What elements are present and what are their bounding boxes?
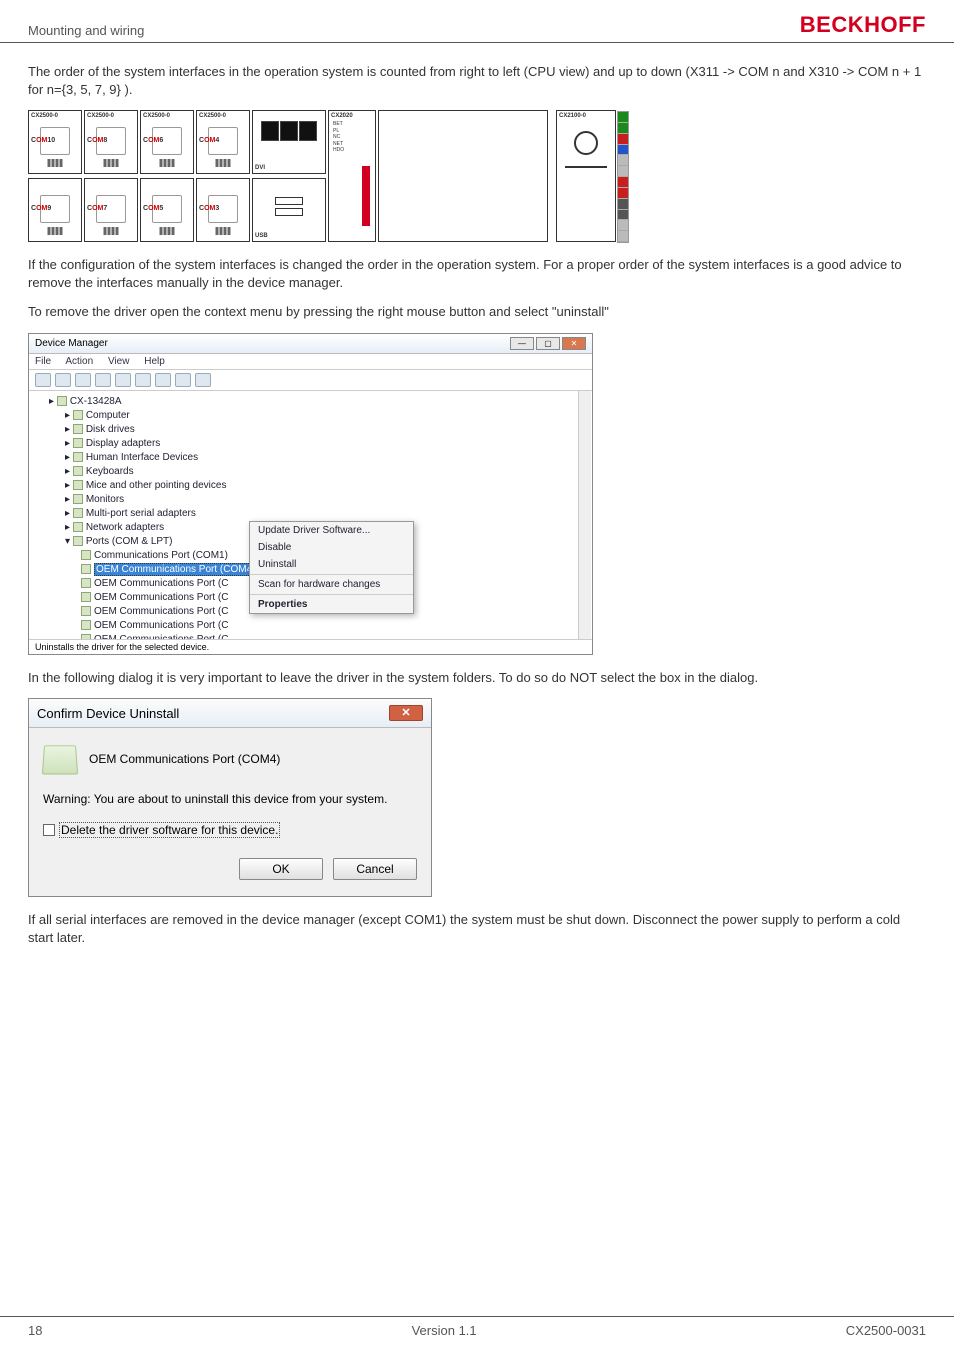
confirm-title-text: Confirm Device Uninstall <box>37 706 179 721</box>
com-label-n: 10 <box>47 137 55 144</box>
toolbar-icon[interactable] <box>35 373 51 387</box>
ctx-separator <box>250 594 413 595</box>
ports-figure: CX2500-0 COM10 COM9 CX2500-0 COM8 <box>28 110 926 242</box>
toolbar-icon[interactable] <box>195 373 211 387</box>
toolbar-icon[interactable] <box>175 373 191 387</box>
menu-view[interactable]: View <box>108 356 130 367</box>
tree-port[interactable]: OEM Communications Port (C <box>81 619 588 633</box>
paragraph-3: To remove the driver open the context me… <box>28 303 926 321</box>
tree-port[interactable]: OEM Communications Port (C <box>81 633 588 639</box>
ctx-item-scan[interactable]: Scan for hardware changes <box>250 576 413 593</box>
close-button[interactable]: ✕ <box>562 337 586 350</box>
tree-node[interactable]: ▸ Computer <box>65 409 588 423</box>
confirm-titlebar: Confirm Device Uninstall ✕ <box>29 699 431 728</box>
module-label: CX2500-0 <box>31 113 58 119</box>
ctx-item-disable[interactable]: Disable <box>250 539 413 556</box>
section-title: Mounting and wiring <box>28 23 144 38</box>
devmgr-title-text: Device Manager <box>35 338 108 349</box>
devmgr-statusbar: Uninstalls the driver for the selected d… <box>29 639 592 654</box>
toolbar-icon[interactable] <box>155 373 171 387</box>
device-icon <box>42 746 78 775</box>
paragraph-5: If all serial interfaces are removed in … <box>28 911 926 946</box>
doc-id: CX2500-0031 <box>846 1323 926 1338</box>
version-label: Version 1.1 <box>412 1323 477 1338</box>
tree-node[interactable]: ▸ Mice and other pointing devices <box>65 479 588 493</box>
delete-driver-label: Delete the driver software for this devi… <box>59 822 280 838</box>
maximize-button[interactable]: ▢ <box>536 337 560 350</box>
menu-help[interactable]: Help <box>144 356 165 367</box>
confirm-close-button[interactable]: ✕ <box>389 705 423 721</box>
tree-node[interactable]: ▸ Disk drives <box>65 423 588 437</box>
devmgr-toolbar <box>29 370 592 391</box>
toolbar-icon[interactable] <box>115 373 131 387</box>
bet-item: HDO <box>333 147 344 154</box>
devmgr-menubar[interactable]: File Action View Help <box>29 354 592 370</box>
tree-node[interactable]: ▸ Monitors <box>65 493 588 507</box>
ok-button[interactable]: OK <box>239 858 323 880</box>
tree-scrollbar[interactable] <box>578 391 591 639</box>
toolbar-icon[interactable] <box>135 373 151 387</box>
tree-node[interactable]: ▸ Human Interface Devices <box>65 451 588 465</box>
toolbar-icon[interactable] <box>55 373 71 387</box>
paragraph-1: The order of the system interfaces in th… <box>28 63 926 98</box>
page-number: 18 <box>28 1323 42 1338</box>
usb-label: USB <box>255 233 268 239</box>
bet-item: BET <box>333 121 344 128</box>
warning-text: Warning: You are about to uninstall this… <box>43 792 417 806</box>
minimize-button[interactable]: — <box>510 337 534 350</box>
menu-file[interactable]: File <box>35 356 51 367</box>
com-label-red: OM <box>36 137 47 144</box>
menu-action[interactable]: Action <box>65 356 93 367</box>
toolbar-icon[interactable] <box>75 373 91 387</box>
module-label: CX2500-0 <box>87 113 114 119</box>
module-label: CX2500-0 <box>143 113 170 119</box>
dvi-label: DVI <box>255 165 265 171</box>
tree-node[interactable]: ▸ Multi-port serial adapters <box>65 507 588 521</box>
device-name-text: OEM Communications Port (COM4) <box>89 752 280 766</box>
brand-logo: BECKHOFF <box>800 12 926 38</box>
ctx-item-properties[interactable]: Properties <box>250 596 413 613</box>
cpu-label: CX2020 <box>331 113 353 119</box>
toolbar-icon[interactable] <box>95 373 111 387</box>
confirm-dialog-figure: Confirm Device Uninstall ✕ OEM Communica… <box>28 698 926 897</box>
cx-label: CX2100-0 <box>559 113 586 119</box>
delete-driver-checkbox[interactable] <box>43 824 55 836</box>
context-menu[interactable]: Update Driver Software... Disable Uninst… <box>249 521 414 614</box>
ctx-item-uninstall[interactable]: Uninstall <box>250 556 413 573</box>
tree-node[interactable]: ▸ Display adapters <box>65 437 588 451</box>
cancel-button[interactable]: Cancel <box>333 858 417 880</box>
paragraph-2: If the configuration of the system inter… <box>28 256 926 291</box>
device-manager-figure: Device Manager — ▢ ✕ File Action View He… <box>28 333 926 655</box>
devmgr-titlebar: Device Manager — ▢ ✕ <box>29 334 592 354</box>
paragraph-4: In the following dialog it is very impor… <box>28 669 926 687</box>
module-label: CX2500-0 <box>199 113 226 119</box>
tree-node[interactable]: ▸ Keyboards <box>65 465 588 479</box>
ctx-separator <box>250 574 413 575</box>
ctx-item-update[interactable]: Update Driver Software... <box>250 522 413 539</box>
device-tree[interactable]: ▸ CX-13428A ▸ Computer ▸ Disk drives ▸ D… <box>29 391 592 639</box>
